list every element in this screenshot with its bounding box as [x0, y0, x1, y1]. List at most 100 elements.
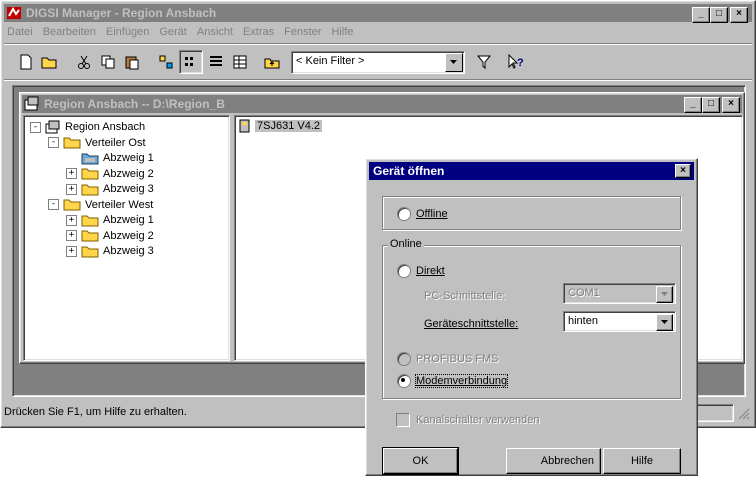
project-title-bar[interactable]: Region Ansbach -- D:\Region_B _ □ ×	[22, 95, 742, 113]
close-button[interactable]: ×	[730, 7, 748, 23]
menu-item-gerät[interactable]: Gerät	[159, 23, 187, 41]
tree-node-label: Abzweig 3	[103, 183, 154, 195]
toolbar: < Kein Filter > ?	[15, 49, 527, 75]
folder-open-icon	[81, 152, 99, 165]
toolbar-separator	[4, 43, 752, 45]
app-icon[interactable]	[6, 5, 22, 21]
project-maximize-button[interactable]: □	[702, 97, 720, 113]
menu-item-extras[interactable]: Extras	[243, 23, 274, 41]
chevron-down-icon[interactable]	[656, 286, 673, 303]
direkt-radio-button[interactable]	[397, 264, 411, 278]
project-close-button[interactable]: ×	[722, 97, 740, 113]
direkt-radio[interactable]: Direkt	[397, 264, 445, 278]
offline-group: Offline	[382, 196, 681, 230]
device-interface-label: Geräteschnittstelle:	[424, 318, 519, 330]
expand-icon[interactable]: +	[66, 230, 77, 241]
status-text: Drücken Sie F1, um Hilfe zu erhalten.	[4, 406, 187, 418]
expand-icon[interactable]: +	[66, 168, 77, 179]
minimize-button[interactable]: _	[692, 7, 710, 23]
list-view-icon[interactable]	[205, 51, 227, 73]
menu-item-einfügen[interactable]: Einfügen	[106, 23, 149, 41]
dialog-title-bar[interactable]: Gerät öffnen ×	[369, 162, 694, 180]
maximize-button[interactable]: □	[710, 7, 728, 23]
folder-icon	[63, 136, 81, 149]
filter-icon[interactable]	[473, 51, 495, 73]
paste-icon[interactable]	[121, 51, 143, 73]
large-icons-view-icon[interactable]	[155, 51, 177, 73]
offline-radio[interactable]: Offline	[397, 207, 448, 221]
dialog-title: Gerät öffnen	[373, 164, 445, 178]
collapse-icon[interactable]: -	[48, 137, 59, 148]
tree-node[interactable]: + Abzweig 2	[66, 228, 154, 244]
modem-radio-button[interactable]	[397, 374, 411, 388]
list-item[interactable]: 7SJ631 V4.2	[239, 119, 322, 133]
menu-item-hilfe[interactable]: Hilfe	[331, 23, 353, 41]
main-title-bar[interactable]: DIGSI Manager - Region Ansbach _ □ ×	[4, 4, 752, 23]
open-device-dialog: Gerät öffnen × Offline Online Direkt PC-…	[365, 158, 698, 476]
folder-icon	[81, 183, 99, 196]
copy-icon[interactable]	[97, 51, 119, 73]
menu-bar: Datei Bearbeiten Einfügen Gerät Ansicht Extra…	[3, 23, 743, 41]
menu-item-fenster[interactable]: Fenster	[284, 23, 321, 41]
help-button[interactable]: Hilfe	[603, 448, 681, 474]
project-minimize-button[interactable]: _	[684, 97, 702, 113]
collapse-icon[interactable]: -	[48, 199, 59, 210]
ok-button[interactable]: OK	[382, 447, 459, 475]
profibus-radio[interactable]: PROFIBUS FMS	[397, 352, 499, 366]
open-folder-icon[interactable]	[39, 51, 61, 73]
tree-node-label: Verteiler West	[85, 198, 154, 211]
expand-icon[interactable]: +	[66, 214, 77, 226]
menu-item-bearbeiten[interactable]: Bearbeiten	[43, 23, 96, 41]
tree-node[interactable]: Abzweig 1	[66, 150, 154, 166]
chevron-down-icon[interactable]	[656, 314, 673, 331]
new-file-icon[interactable]	[15, 51, 37, 73]
channel-switch-checkbox[interactable]: Kanalschalter verwenden	[396, 413, 540, 427]
online-group-label: Online	[388, 238, 424, 250]
tree-node[interactable]: - Region Ansbach	[30, 119, 145, 135]
folder-icon	[81, 214, 99, 227]
tree-node[interactable]: + Abzweig 2	[66, 166, 154, 182]
dialog-close-button[interactable]: ×	[675, 164, 691, 178]
status-pane	[694, 404, 734, 422]
modem-radio[interactable]: Modemverbindung	[397, 374, 509, 388]
filter-select[interactable]: < Kein Filter >	[291, 50, 465, 74]
tree-node[interactable]: + Abzweig 3	[66, 181, 154, 197]
offline-radio-button[interactable]	[397, 207, 411, 221]
device-icon	[239, 119, 250, 133]
checkbox-box[interactable]	[396, 413, 410, 427]
toolbar-bottom-separator	[4, 79, 752, 81]
tree-node-label: Verteiler Ost	[85, 136, 146, 149]
chevron-down-icon[interactable]	[445, 52, 463, 72]
project-tree: - Region Ansbach - Verteiler Ost Abzweig 1 + A…	[23, 115, 230, 361]
up-one-level-icon[interactable]	[261, 51, 283, 73]
channel-switch-label: Kanalschalter verwenden	[416, 414, 540, 426]
menu-item-ansicht[interactable]: Ansicht	[197, 23, 233, 41]
small-icons-view-icon[interactable]	[179, 50, 203, 74]
pc-interface-select[interactable]: COM1	[563, 283, 676, 304]
tree-node-label: Abzweig 1	[103, 214, 154, 226]
tree-node[interactable]: + Abzweig 3	[66, 243, 154, 259]
modem-label: Modemverbindung	[414, 374, 509, 388]
expand-icon[interactable]: +	[66, 245, 77, 257]
tree-node[interactable]: - Verteiler Ost	[48, 135, 146, 151]
resize-grip-icon[interactable]	[738, 408, 750, 423]
direkt-label: Direkt	[416, 265, 445, 277]
tree-node[interactable]: - Verteiler West	[48, 197, 153, 213]
expand-icon[interactable]: +	[66, 183, 77, 195]
menu-item-datei[interactable]: Datei	[7, 23, 33, 41]
details-view-icon[interactable]	[229, 51, 251, 73]
tree-node[interactable]: + Abzweig 1	[66, 212, 154, 228]
context-help-icon[interactable]: ?	[505, 51, 527, 73]
profibus-radio-button[interactable]	[397, 352, 411, 366]
project-icon	[45, 120, 61, 134]
filter-value: < Kein Filter >	[296, 54, 365, 67]
folder-icon	[81, 229, 99, 242]
folder-icon	[81, 167, 99, 180]
collapse-icon[interactable]: -	[30, 121, 41, 133]
project-window-title: Region Ansbach -- D:\Region_B	[44, 97, 225, 111]
cut-icon[interactable]	[73, 51, 95, 73]
device-interface-select[interactable]: hinten	[563, 311, 676, 332]
pc-interface-value: COM1	[568, 287, 600, 299]
list-item-label: 7SJ631 V4.2	[255, 120, 322, 132]
cancel-button[interactable]: Abbrechen	[506, 448, 601, 474]
